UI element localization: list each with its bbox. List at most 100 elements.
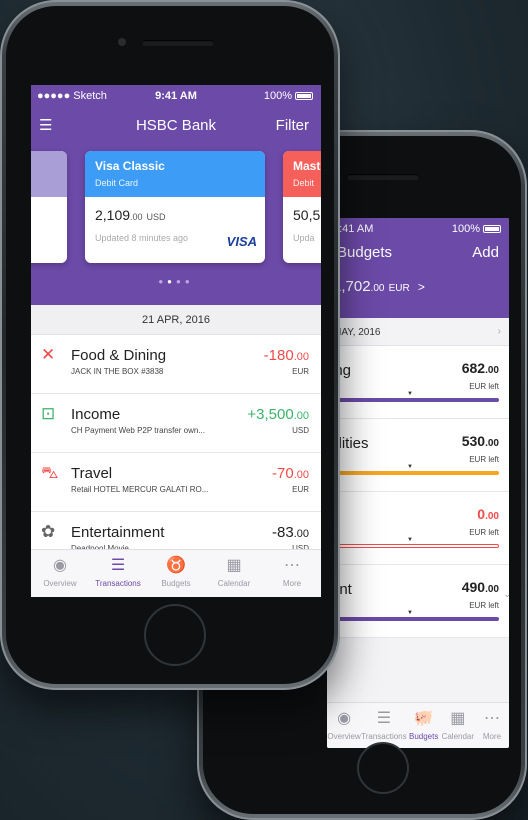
budget-marker-icon: ▼ [407, 537, 413, 543]
transaction-list: ✕ Food & Dining JACK IN THE BOX #3838 -180.… [31, 335, 321, 571]
tab-label: Transactions [361, 732, 407, 741]
amount-integer: 530 [461, 433, 486, 449]
budget-total[interactable]: 1,702.00 EUR > [327, 278, 509, 295]
tab-more[interactable]: ⋯ More [475, 703, 509, 748]
budget-left-label: EUR left [469, 455, 499, 464]
transaction-currency: EUR [292, 485, 309, 494]
visa-logo: VISA [226, 234, 257, 249]
transaction-currency: USD [292, 426, 309, 435]
transaction-row[interactable]: ⛍ Travel Retail HOTEL MERCUR GALATI RO... -… [31, 453, 321, 512]
add-button[interactable]: Add [472, 244, 499, 261]
home-button[interactable] [357, 742, 409, 794]
budget-list: ing682.00EUR left▼tilitiesnt530.00EUR le… [327, 346, 509, 638]
account-card[interactable]: Mast Debit 50,5 Upda [283, 151, 321, 263]
tab-calendar[interactable]: ▦ Calendar [205, 550, 263, 597]
transactions-screen: ●●●●● Sketch 9:41 AM 100% ☰ HSBC Bank Fi… [31, 85, 321, 597]
amount-decimals: .00 [293, 528, 309, 540]
calendar-icon: ▦ [226, 557, 242, 574]
budget-row[interactable]: ing 682.00 EUR left ▼ [327, 346, 509, 419]
utensils-icon: ✕ [41, 345, 56, 364]
bank-nav: ☰ HSBC Bank Filter [31, 107, 321, 147]
previous-card[interactable] [31, 151, 67, 263]
transaction-category: Food & Dining [71, 347, 167, 364]
transaction-description: JACK IN THE BOX #3838 [71, 367, 164, 376]
account-card[interactable]: Visa Classic Debit Card 2,109.00 USD Upd… [85, 151, 265, 263]
list-icon: ☰ [110, 557, 126, 574]
amount-decimals: .00 [293, 469, 309, 481]
transaction-amount: -70.00 [272, 465, 309, 482]
total-decimals: .00 [370, 283, 385, 294]
amount-integer: 682 [461, 360, 486, 376]
battery-icon [295, 92, 313, 101]
speaker-grille [347, 174, 419, 180]
amount-decimals: .00 [293, 351, 309, 363]
tab-transactions[interactable]: ☰ Transactions [89, 550, 147, 597]
card-header: Mast Debit [283, 151, 321, 197]
budget-row[interactable]: tilitiesnt530.00EUR left▼ [327, 419, 509, 492]
transaction-currency: EUR [292, 367, 309, 376]
amount-integer: +3,500 [247, 406, 294, 423]
tab-budgets[interactable]: 🐖 Budgets [407, 703, 441, 748]
budget-progress-bar [327, 471, 499, 475]
amount-decimals: .00 [293, 410, 309, 422]
budgets-screen: 9:41 AM 100% Budgets Add 1,702.00 EUR > … [327, 218, 509, 748]
tab-budgets[interactable]: ♉ Budgets [147, 550, 205, 597]
amount-integer: 0 [477, 506, 486, 522]
tab-label: Overview [327, 732, 361, 741]
total-currency: EUR [388, 283, 410, 294]
card-carousel[interactable]: Visa Classic Debit Card 2,109.00 USD Upd… [31, 147, 321, 305]
transaction-amount: -180.00 [264, 347, 309, 364]
more-icon: ⋯ [284, 557, 300, 574]
card-currency: USD [146, 212, 166, 222]
chevron-down-icon: ⌄ [503, 589, 509, 599]
tab-overview[interactable]: ◉ Overview [327, 703, 361, 748]
transaction-row[interactable]: ⊡ Income CH Payment Web P2P transfer own..… [31, 394, 321, 453]
calendar-icon: ▦ [450, 710, 466, 727]
amount-integer: -180 [263, 347, 294, 364]
transaction-row[interactable]: ✕ Food & Dining JACK IN THE BOX #3838 -180.… [31, 335, 321, 394]
tab-more[interactable]: ⋯ More [263, 550, 321, 597]
card-subtitle: Debit Card [95, 178, 139, 188]
month-header[interactable]: MAY, 2016 › [327, 318, 509, 346]
tab-overview[interactable]: ◉ Overview [31, 550, 89, 597]
budget-marker-icon: ▼ [407, 464, 413, 470]
budget-progress-bar [327, 617, 499, 621]
piggy-bank-icon: ♉ [166, 557, 186, 574]
home-button[interactable] [144, 604, 206, 666]
budget-left-label: EUR left [469, 382, 499, 391]
transaction-category: Travel [71, 465, 113, 482]
amount-integer: -70 [272, 465, 294, 482]
amount-decimals: .00 [485, 365, 499, 376]
speaker-grille [142, 40, 214, 46]
transaction-amount: +3,500.00 [247, 406, 309, 423]
budget-amount: 530.00 [462, 433, 499, 449]
badge-icon: ✿ [41, 522, 56, 541]
card-decimals: .00 [130, 212, 143, 222]
status-battery: 100% [264, 90, 313, 102]
budget-left-label: EUR left [469, 528, 499, 537]
budget-left-label: EUR left [469, 601, 499, 610]
tab-bar: ◉ Overview ☰ Transactions ♉ Budgets ▦ Calendar ⋯… [31, 549, 321, 597]
inbox-download-icon: ⊡ [41, 404, 56, 423]
tab-label: Overview [43, 579, 77, 588]
budget-row[interactable]: t0.00EUR left▼ [327, 492, 509, 565]
tab-label: Calendar [217, 579, 251, 588]
page-indicator[interactable]: ●●●● [31, 277, 321, 286]
amount-decimals: .00 [485, 438, 499, 449]
card-balance: 2,109.00 USD [85, 197, 265, 223]
amount-decimals: .00 [485, 584, 499, 595]
budget-row[interactable]: ent 490.00 EUR left ▼ ⌄ [327, 565, 509, 638]
card-title: Visa Classic [95, 159, 165, 173]
tab-calendar[interactable]: ▦ Calendar [441, 703, 475, 748]
status-bar: ●●●●● Sketch 9:41 AM 100% [31, 85, 321, 107]
card-updated: Upda [293, 233, 315, 243]
eye-icon: ◉ [53, 557, 67, 574]
tab-label: Budgets [409, 732, 439, 741]
card-amount: 2,109 [95, 207, 131, 223]
piggy-bank-icon: 🐖 [413, 710, 434, 727]
card-header [31, 151, 67, 197]
transaction-category: Entertainment [71, 524, 165, 541]
amount-integer: 490 [461, 579, 486, 595]
filter-button[interactable]: Filter [276, 117, 309, 134]
budget-marker-icon: ▼ [407, 391, 413, 397]
